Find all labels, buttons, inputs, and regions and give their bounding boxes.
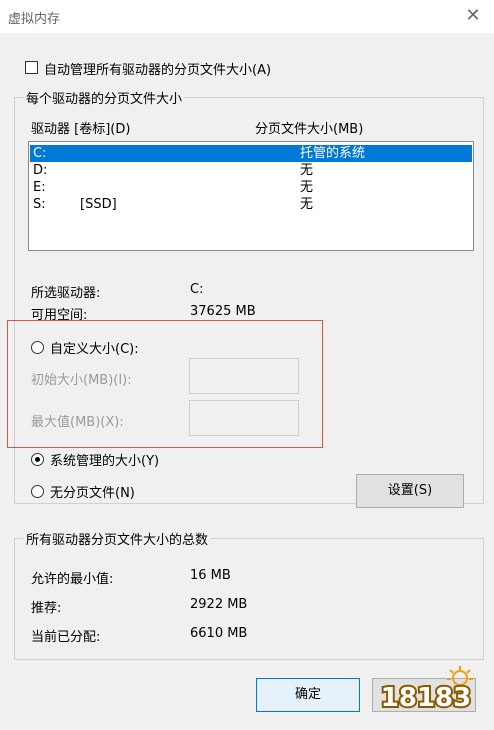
watermark-logo: 18183: [379, 666, 473, 715]
drive-size: 无: [300, 197, 314, 212]
custom-size-radio[interactable]: [31, 341, 44, 354]
totals-group-label: 所有驱动器分页文件大小的总数: [24, 529, 211, 548]
window-title: 虚拟内存: [8, 12, 61, 27]
drive-letter: D:: [33, 163, 48, 178]
drives-group-label: 每个驱动器的分页文件大小: [24, 88, 185, 107]
ok-button[interactable]: 确定: [256, 678, 360, 712]
column-header-drive: 驱动器 [卷标](D): [31, 122, 131, 137]
column-header-size: 分页文件大小(MB): [255, 122, 364, 137]
drive-size: 托管的系统: [300, 146, 366, 161]
min-size-label: 允许的最小值:: [31, 572, 114, 587]
drive-letter: S:: [33, 197, 46, 212]
initial-size-input[interactable]: [189, 358, 299, 394]
allocated-value: 6610 MB: [190, 626, 248, 641]
drive-row-e[interactable]: E: 无: [30, 179, 472, 196]
allocated-label: 当前已分配:: [31, 630, 101, 645]
min-size-value: 16 MB: [190, 568, 231, 583]
no-paging-label[interactable]: 无分页文件(N): [50, 482, 135, 501]
drive-size: 无: [300, 163, 314, 178]
no-paging-radio[interactable]: [31, 485, 44, 498]
custom-size-label[interactable]: 自定义大小(C):: [50, 338, 139, 357]
auto-manage-label[interactable]: 自动管理所有驱动器的分页文件大小(A): [44, 59, 271, 78]
recommended-label: 推荐:: [31, 601, 62, 616]
initial-size-label: 初始大小(MB)(I):: [31, 373, 132, 388]
auto-manage-checkbox[interactable]: [25, 61, 38, 74]
close-icon[interactable]: ✕: [462, 5, 484, 27]
drive-list[interactable]: C: 托管的系统 D: 无 E: 无 S: [SSD] 无: [28, 141, 474, 251]
drive-row-s[interactable]: S: [SSD] 无: [30, 196, 472, 213]
max-size-label: 最大值(MB)(X):: [31, 415, 124, 430]
drive-letter: C:: [33, 146, 47, 161]
drive-row-d[interactable]: D: 无: [30, 162, 472, 179]
selected-drive-label: 所选驱动器:: [31, 286, 101, 301]
watermark-text: 18183: [381, 683, 471, 713]
drive-letter: E:: [33, 180, 46, 195]
recommended-value: 2922 MB: [190, 597, 248, 612]
max-size-input[interactable]: [189, 400, 299, 436]
title-bar: [0, 0, 494, 33]
selected-drive-value: C:: [190, 282, 204, 297]
drive-volume: [SSD]: [80, 197, 117, 212]
system-managed-radio[interactable]: [31, 453, 44, 466]
drive-row-c[interactable]: C: 托管的系统: [30, 145, 472, 162]
drive-size: 无: [300, 180, 314, 195]
free-space-value: 37625 MB: [190, 304, 256, 319]
set-button[interactable]: 设置(S): [356, 474, 464, 508]
system-managed-label[interactable]: 系统管理的大小(Y): [50, 450, 159, 469]
